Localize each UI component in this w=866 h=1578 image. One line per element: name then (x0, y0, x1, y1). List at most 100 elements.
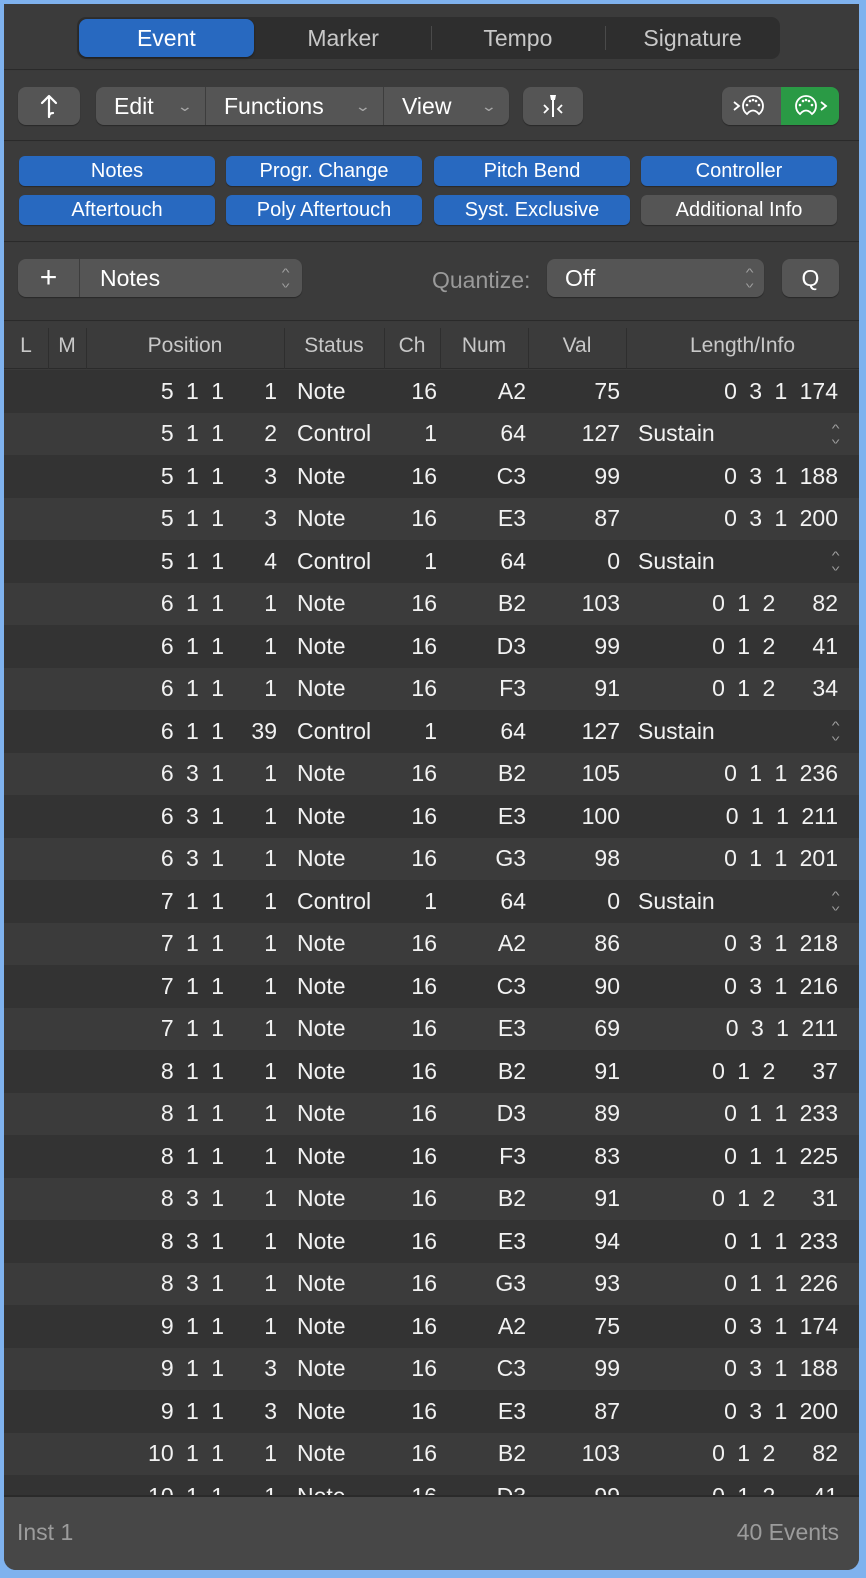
length-info-cell[interactable]: 0 1 1 233 (638, 1220, 838, 1263)
length-info-cell[interactable]: 0 1 1 211 (638, 795, 838, 838)
column-header-l[interactable]: L (4, 322, 48, 369)
status-cell[interactable]: Note (297, 1263, 397, 1306)
length-info-cell[interactable]: 0 1 1 226 (638, 1263, 838, 1306)
table-row[interactable]: 8 3 1 1 Note 16 E3 94 0 1 1 233 (4, 1220, 859, 1263)
channel-cell[interactable]: 16 (389, 1050, 437, 1093)
position-cell[interactable]: 7 1 1 (104, 965, 224, 1008)
status-cell[interactable]: Note (297, 1390, 397, 1433)
position-cell[interactable]: 6 1 1 (104, 668, 224, 711)
length-info-cell[interactable]: 0 3 1 218 (638, 923, 838, 966)
channel-cell[interactable]: 16 (389, 1263, 437, 1306)
length-info-cell[interactable]: 0 1 2 41 (638, 625, 838, 668)
channel-cell[interactable]: 16 (389, 1135, 437, 1178)
value-cell[interactable]: 93 (544, 1263, 620, 1306)
channel-cell[interactable]: 16 (389, 923, 437, 966)
num-cell[interactable]: C3 (464, 455, 526, 498)
column-header-position[interactable]: Position (86, 322, 284, 369)
value-cell[interactable]: 127 (544, 413, 620, 456)
num-cell[interactable]: B2 (464, 583, 526, 626)
table-row[interactable]: 5 1 1 4 Control 1 64 0 Sustain ^ ^ (4, 540, 859, 583)
value-cell[interactable]: 91 (544, 668, 620, 711)
position-cell[interactable]: 9 1 1 (104, 1390, 224, 1433)
value-cell[interactable]: 86 (544, 923, 620, 966)
functions-menu[interactable]: Functions ⌄ (206, 87, 384, 125)
tick-cell[interactable]: 1 (229, 923, 277, 966)
table-row[interactable]: 8 1 1 1 Note 16 B2 91 0 1 2 37 (4, 1050, 859, 1093)
status-cell[interactable]: Note (297, 1135, 397, 1178)
tab-event[interactable]: Event (79, 19, 254, 57)
status-cell[interactable]: Note (297, 625, 397, 668)
num-cell[interactable]: G3 (464, 1263, 526, 1306)
num-cell[interactable]: B2 (464, 1050, 526, 1093)
position-cell[interactable]: 7 1 1 (104, 880, 224, 923)
edit-menu[interactable]: Edit ⌄ (96, 87, 206, 125)
position-cell[interactable]: 6 3 1 (104, 795, 224, 838)
status-cell[interactable]: Note (297, 753, 397, 796)
status-cell[interactable]: Note (297, 370, 397, 413)
length-info-cell[interactable]: 0 3 1 200 (638, 498, 838, 541)
tick-cell[interactable]: 1 (229, 1305, 277, 1348)
tab-signature[interactable]: Signature (605, 17, 780, 59)
status-cell[interactable]: Note (297, 455, 397, 498)
column-header-status[interactable]: Status (284, 322, 384, 369)
length-info-cell[interactable]: Sustain ^ ^ (638, 880, 839, 923)
value-cell[interactable]: 69 (544, 1008, 620, 1051)
status-cell[interactable]: Note (297, 583, 397, 626)
value-cell[interactable]: 90 (544, 965, 620, 1008)
tick-cell[interactable]: 1 (229, 880, 277, 923)
length-info-cell[interactable]: 0 3 1 188 (638, 1348, 838, 1391)
table-row[interactable]: 5 1 1 3 Note 16 C3 99 0 3 1 188 (4, 455, 859, 498)
value-cell[interactable]: 105 (544, 753, 620, 796)
length-info-cell[interactable]: 0 1 1 201 (638, 838, 838, 881)
column-header-m[interactable]: M (48, 322, 86, 369)
tick-cell[interactable]: 4 (229, 540, 277, 583)
num-cell[interactable]: E3 (464, 498, 526, 541)
length-info-cell[interactable]: 0 3 1 188 (638, 455, 838, 498)
channel-cell[interactable]: 16 (389, 370, 437, 413)
position-cell[interactable]: 5 1 1 (104, 498, 224, 541)
value-cell[interactable]: 99 (544, 455, 620, 498)
value-cell[interactable]: 103 (544, 1433, 620, 1476)
num-cell[interactable]: F3 (464, 668, 526, 711)
length-info-cell[interactable]: 0 1 2 31 (638, 1178, 838, 1221)
channel-cell[interactable]: 16 (389, 455, 437, 498)
length-info-cell[interactable]: Sustain ^ ^ (638, 413, 839, 456)
length-info-cell[interactable]: 0 3 1 200 (638, 1390, 838, 1433)
quantize-button[interactable]: Q (782, 259, 839, 297)
position-cell[interactable]: 8 1 1 (104, 1135, 224, 1178)
table-row[interactable]: 6 1 1 1 Note 16 F3 91 0 1 2 34 (4, 667, 859, 711)
num-cell[interactable]: E3 (464, 1008, 526, 1051)
channel-cell[interactable]: 16 (389, 1178, 437, 1221)
additional-info-button[interactable]: Additional Info (641, 195, 837, 225)
channel-cell[interactable]: 1 (389, 880, 437, 923)
up-down-chevron-icon[interactable]: ^ ^ (832, 551, 840, 573)
tick-cell[interactable]: 1 (229, 1135, 277, 1178)
tick-cell[interactable]: 1 (229, 1050, 277, 1093)
midi-out-button[interactable] (780, 87, 839, 125)
filter-poly-aftertouch-button[interactable]: Poly Aftertouch (226, 195, 422, 225)
channel-cell[interactable]: 16 (389, 1390, 437, 1433)
value-cell[interactable]: 0 (544, 880, 620, 923)
tick-cell[interactable]: 3 (229, 455, 277, 498)
tick-cell[interactable]: 1 (229, 583, 277, 626)
value-cell[interactable]: 99 (544, 1348, 620, 1391)
table-row[interactable]: 6 1 1 39 Control 1 64 127 Sustain ^ ^ (4, 710, 859, 753)
table-row[interactable]: 10 1 11 Note16 D3 99 0 1 2 41 (4, 1475, 859, 1495)
tick-cell[interactable]: 3 (229, 1390, 277, 1433)
value-cell[interactable]: 100 (544, 795, 620, 838)
event-type-select[interactable]: Notes ^ ^ (80, 259, 302, 297)
table-row[interactable]: 7 1 1 1 Note 16 C3 90 0 3 1 216 (4, 965, 859, 1008)
num-cell[interactable]: F3 (464, 1135, 526, 1178)
table-row[interactable]: 7 1 1 1 Note 16 A2 86 0 3 1 218 (4, 922, 859, 966)
length-info-cell[interactable]: 0 3 1 211 (638, 1008, 838, 1051)
status-cell[interactable]: Note (297, 498, 397, 541)
num-cell[interactable]: E3 (464, 795, 526, 838)
status-cell[interactable]: Note (297, 923, 397, 966)
position-cell[interactable]: 5 1 1 (104, 413, 224, 456)
value-cell[interactable]: 87 (544, 498, 620, 541)
tick-cell[interactable]: 3 (229, 498, 277, 541)
position-cell[interactable]: 7 1 1 (104, 1008, 224, 1051)
num-cell[interactable]: A2 (464, 923, 526, 966)
channel-cell[interactable]: 16 (389, 625, 437, 668)
hierarchy-up-button[interactable] (18, 87, 80, 125)
